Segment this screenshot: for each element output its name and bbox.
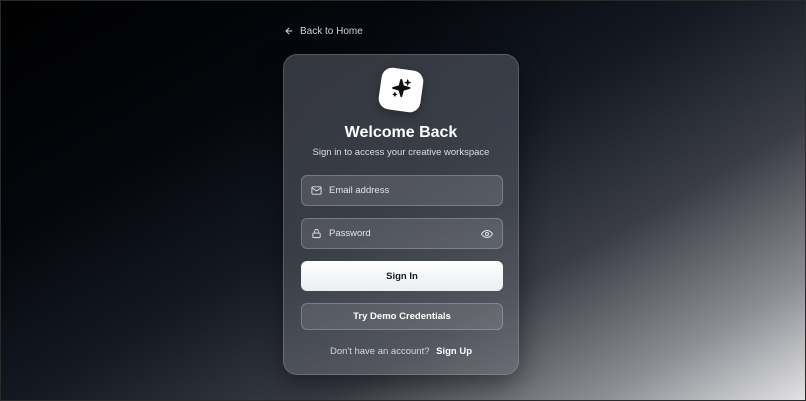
email-field-wrapper[interactable] [301, 175, 503, 206]
back-to-home-link[interactable]: Back to Home [284, 22, 363, 40]
mail-icon [311, 185, 322, 196]
demo-credentials-button[interactable]: Try Demo Credentials [301, 303, 503, 330]
arrow-left-icon [284, 26, 294, 36]
password-field-wrapper[interactable] [301, 218, 503, 249]
back-to-home-label: Back to Home [300, 25, 363, 37]
lock-icon [311, 228, 322, 239]
eye-icon[interactable] [481, 228, 493, 240]
signup-question: Don't have an account? [329, 346, 430, 357]
signup-prompt: Don't have an account? Sign Up [284, 346, 518, 358]
app-logo [377, 66, 425, 114]
password-input[interactable] [322, 219, 481, 248]
page-subtitle: Sign in to access your creative workspac… [312, 147, 490, 158]
sign-in-button[interactable]: Sign In [301, 261, 503, 291]
page-title: Welcome Back [344, 124, 458, 141]
login-card: Welcome Back Sign in to access your crea… [283, 54, 519, 375]
sparkle-icon [388, 75, 414, 105]
sign-up-link[interactable]: Sign Up [436, 346, 472, 357]
email-input[interactable] [322, 176, 493, 205]
